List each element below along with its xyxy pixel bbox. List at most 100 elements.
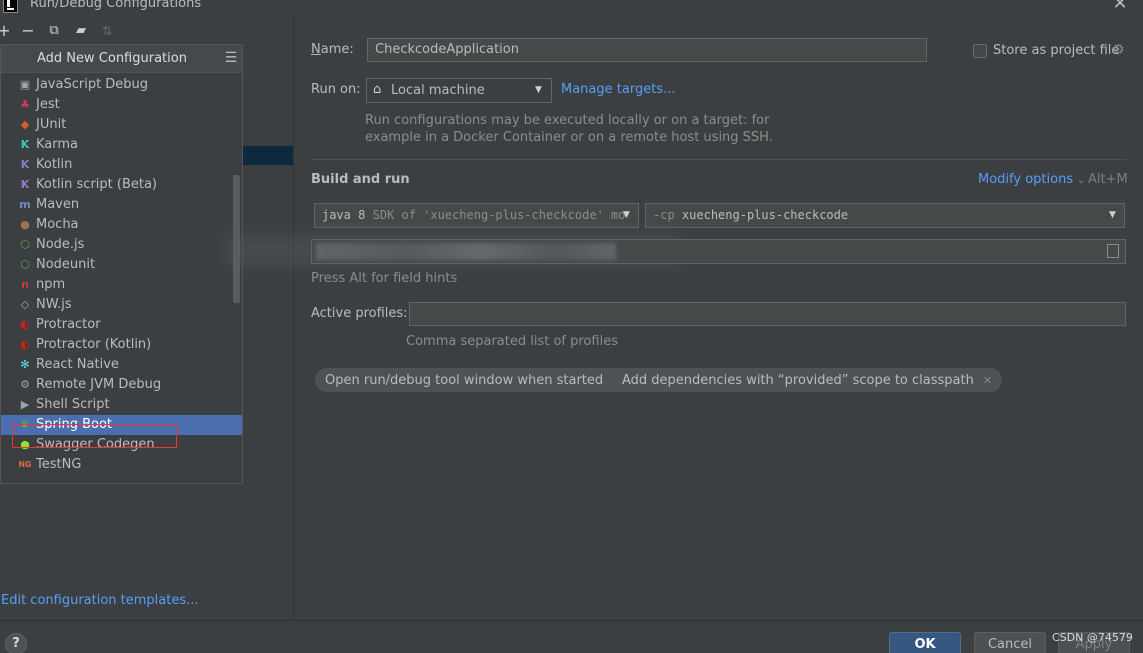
chevron-down-icon: ▼ <box>1109 210 1116 220</box>
watermark: CSDN @74579 <box>1052 631 1133 644</box>
settings-icon[interactable]: ⚙ <box>1112 42 1126 58</box>
chevron-down-icon: ▼ <box>535 85 542 95</box>
config-type-label: JUnit <box>36 117 67 132</box>
kotlin-script-icon: K <box>20 178 30 191</box>
store-as-project-file-checkbox[interactable] <box>973 44 987 58</box>
jdk-select[interactable]: java 8 SDK of 'xuecheng-plus-checkcode' … <box>314 203 639 228</box>
cancel-button[interactable]: Cancel <box>974 632 1046 653</box>
junit-icon: ◆ <box>20 118 30 131</box>
copy-icon[interactable]: ⧉ <box>45 20 63 42</box>
config-type-item[interactable]: ◐ Protractor <box>1 315 242 335</box>
ok-button[interactable]: OK <box>889 632 961 653</box>
spring-boot-highlight-box <box>12 424 177 448</box>
config-type-item[interactable]: K Kotlin script (Beta) <box>1 175 242 195</box>
kotlin-icon: K <box>20 158 30 171</box>
nodejs-icon: ⬡ <box>20 238 30 251</box>
protractor-kotlin-icon: ◐ <box>20 338 30 351</box>
nodeunit-icon: ⬡ <box>20 258 30 271</box>
config-type-item[interactable]: m Maven <box>1 195 242 215</box>
config-type-item[interactable]: ⬡ Node.js <box>1 235 242 255</box>
manage-targets-link[interactable]: Manage targets... <box>561 82 675 97</box>
config-type-item[interactable]: ✻ React Native <box>1 355 242 375</box>
sort-icon[interactable]: ⇅ <box>98 20 116 42</box>
run-on-label: Run on: <box>311 82 361 97</box>
chevron-down-icon: ▼ <box>623 210 630 220</box>
testng-icon: NG <box>18 460 32 469</box>
classpath-flag: -cp <box>653 208 675 222</box>
config-type-item[interactable]: n npm <box>1 275 242 295</box>
option-chip[interactable]: Open run/debug tool window when started … <box>315 368 632 392</box>
add-icon[interactable]: + <box>0 20 13 42</box>
config-type-item[interactable]: ♣ Jest <box>1 95 242 115</box>
karma-icon: K <box>20 138 30 151</box>
config-type-item[interactable]: ◆ JUnit <box>1 115 242 135</box>
react-native-icon: ✻ <box>20 358 30 371</box>
remove-icon[interactable]: − <box>19 20 37 42</box>
config-type-label: Kotlin script (Beta) <box>36 177 158 192</box>
config-type-item[interactable]: ▶ Shell Script <box>1 395 242 415</box>
close-icon[interactable]: ✕ <box>1110 0 1130 14</box>
config-type-item[interactable]: ◐ Protractor (Kotlin) <box>1 335 242 355</box>
main-class-field[interactable] <box>311 239 1126 264</box>
run-on-hint-line2: example in a Docker Container or on a re… <box>365 130 773 145</box>
config-type-label: Jest <box>36 97 60 112</box>
config-type-label: Nodeunit <box>36 257 96 272</box>
config-type-item[interactable]: ⬡ Nodeunit <box>1 255 242 275</box>
option-chip[interactable]: Add dependencies with “provided” scope t… <box>612 368 1003 392</box>
new-folder-icon[interactable]: ▰ <box>72 20 90 42</box>
section-divider <box>311 159 1126 160</box>
configuration-type-list: ▪JAR Application▣JavaScript Debug♣Jest◆J… <box>1 57 242 483</box>
modify-options-label: Modify options <box>978 172 1074 187</box>
store-as-project-file-label[interactable]: Store as project file <box>993 43 1119 58</box>
config-type-label: NW.js <box>36 297 72 312</box>
edit-templates-link[interactable]: Edit configuration templates... <box>1 593 199 608</box>
field-hint: Press Alt for field hints <box>311 271 458 286</box>
config-type-label: Mocha <box>36 217 79 232</box>
config-type-item[interactable]: ● Mocha <box>1 215 242 235</box>
collapse-icon[interactable]: ☰ <box>223 49 239 67</box>
config-type-item[interactable]: K Karma <box>1 135 242 155</box>
config-type-label: Maven <box>36 197 80 212</box>
configurations-toolbar: + − ⧉ ▰ ⇅ <box>0 20 295 44</box>
name-input[interactable]: CheckcodeApplication <box>367 38 927 62</box>
config-type-label: React Native <box>36 357 119 372</box>
config-type-label: Protractor (Kotlin) <box>36 337 152 352</box>
option-chip-label: Open run/debug tool window when started <box>325 372 604 388</box>
jest-icon: ♣ <box>20 98 30 111</box>
dialog-title: Run/Debug Configurations <box>30 0 202 11</box>
config-type-label: TestNG <box>36 457 82 472</box>
panel-divider[interactable] <box>293 14 294 620</box>
add-configuration-popup: ▪JAR Application▣JavaScript Debug♣Jest◆J… <box>0 44 243 484</box>
name-label: Name: <box>311 42 354 57</box>
config-type-item[interactable]: ◇ NW.js <box>1 295 242 315</box>
config-type-item[interactable]: ⚙ Remote JVM Debug <box>1 375 242 395</box>
run-on-hint-line1: Run configurations may be executed local… <box>365 113 770 128</box>
browse-icon[interactable] <box>1107 244 1119 258</box>
config-type-item[interactable]: ▣ JavaScript Debug <box>1 75 242 95</box>
protractor-icon: ◐ <box>20 318 30 331</box>
name-label-text: ame: <box>320 42 354 57</box>
chevron-down-icon: ⌄ <box>1077 176 1085 186</box>
title-bar: Run/Debug Configurations ✕ <box>0 0 1143 14</box>
classpath-module: xuecheng-plus-checkcode <box>681 208 849 222</box>
config-type-label: npm <box>36 277 66 292</box>
help-icon[interactable]: ? <box>5 633 27 653</box>
modify-options-link[interactable]: Modify options ⌄ <box>978 172 1085 187</box>
popup-header: Add New Configuration ☰ <box>1 45 242 73</box>
config-type-item[interactable]: NG TestNG <box>1 455 242 475</box>
bottom-divider <box>0 620 1143 621</box>
mocha-icon: ● <box>20 218 30 231</box>
active-profiles-input[interactable] <box>409 302 1126 326</box>
shell-script-icon: ▶ <box>20 398 30 411</box>
active-profiles-label: Active profiles: <box>311 306 408 321</box>
classpath-select[interactable]: -cp xuecheng-plus-checkcode ▼ <box>645 203 1125 228</box>
remove-option-icon[interactable]: ✕ <box>983 374 992 387</box>
run-on-select[interactable]: ⌂ Local machine ▼ <box>366 78 552 103</box>
tree-selection-row[interactable] <box>243 146 293 165</box>
home-icon: ⌂ <box>373 82 382 97</box>
config-type-item[interactable]: K Kotlin <box>1 155 242 175</box>
jdk-source: SDK of 'xuecheng-plus-checkcode' mo <box>372 208 626 222</box>
nwjs-icon: ◇ <box>20 298 30 311</box>
active-profiles-hint: Comma separated list of profiles <box>406 334 618 349</box>
remote-jvm-debug-icon: ⚙ <box>20 378 30 391</box>
